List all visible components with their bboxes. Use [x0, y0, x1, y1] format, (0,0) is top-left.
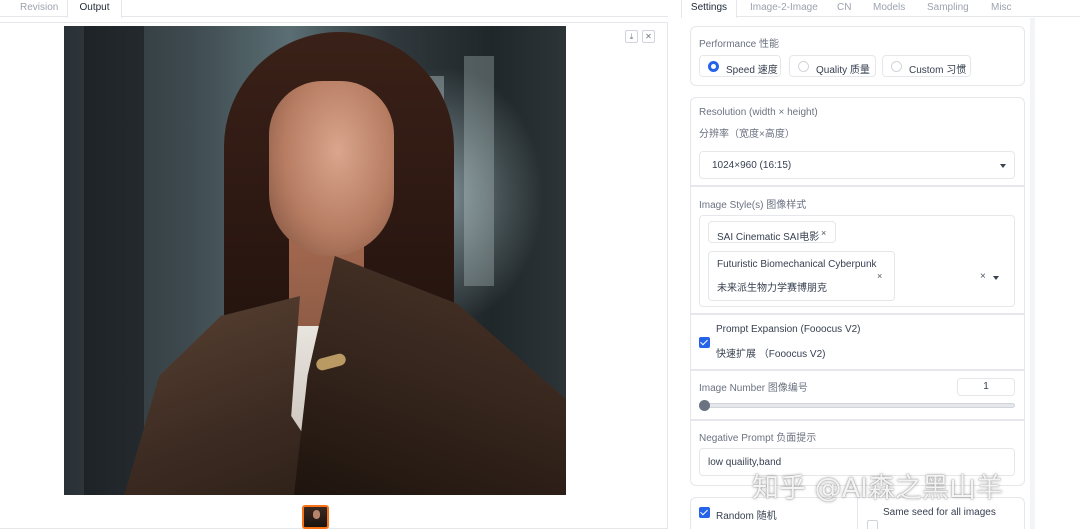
prompt-expansion-panel: Prompt Expansion (Fooocus V2) 快速扩展 （Fooo… — [690, 314, 1025, 370]
settings-scrollbar[interactable] — [1030, 18, 1035, 529]
image-number-panel: Image Number 图像编号 1 — [690, 370, 1025, 420]
prompt-expansion-label: Prompt Expansion (Fooocus V2) — [716, 324, 861, 335]
radio-speed[interactable]: Speed 速度 — [699, 55, 781, 77]
resolution-panel: Resolution (width × height) 分辨率（宽度×高度） 1… — [690, 97, 1025, 186]
style-chip-label-cn: 未来派生物力学赛博朋克 — [717, 283, 827, 294]
radio-dot — [891, 61, 902, 72]
radio-dot — [798, 61, 809, 72]
remove-icon[interactable]: × — [821, 228, 826, 238]
style-chip-label: Futuristic Biomechanical Cyberpunk — [717, 259, 877, 270]
tab-models[interactable]: Models — [873, 0, 905, 17]
tab-misc[interactable]: Misc — [991, 0, 1012, 17]
close-icon[interactable]: ✕ — [642, 30, 655, 43]
watermark-text: 知乎 @AI森之黑山羊 — [752, 473, 1004, 504]
chevron-down-icon[interactable] — [993, 276, 999, 280]
tab-settings[interactable]: Settings — [681, 0, 737, 18]
portrait-face — [269, 81, 394, 256]
prompt-expansion-checkbox[interactable] — [699, 337, 710, 348]
chevron-down-icon — [1000, 164, 1006, 168]
style-chip-sai-cinematic: SAI Cinematic SAI电影 × — [708, 221, 836, 243]
image-style-label: Image Style(s) 图像样式 — [699, 200, 807, 211]
image-number-slider[interactable] — [701, 403, 1015, 408]
settings-tabs: Settings Image-2-Image CN Models Samplin… — [681, 0, 1080, 18]
tab-image-2-image[interactable]: Image-2-Image — [750, 0, 818, 17]
radio-quality-label: Quality 质量 — [816, 65, 870, 76]
image-style-panel: Image Style(s) 图像样式 SAI Cinematic SAI电影 … — [690, 186, 1025, 314]
tab-output[interactable]: Output — [67, 0, 122, 18]
generated-image[interactable] — [64, 26, 566, 495]
image-number-input[interactable]: 1 — [957, 378, 1015, 396]
remove-icon[interactable]: × — [877, 271, 882, 281]
style-chip-label: SAI Cinematic SAI电影 — [717, 232, 820, 243]
negative-prompt-label: Negative Prompt 负面提示 — [699, 433, 817, 444]
background-window — [464, 56, 494, 286]
image-style-multiselect[interactable]: SAI Cinematic SAI电影 × Futuristic Biomech… — [699, 215, 1015, 307]
style-chip-futuristic: Futuristic Biomechanical Cyberpunk 未来派生物… — [708, 251, 895, 301]
tab-cn[interactable]: CN — [837, 0, 851, 17]
radio-custom[interactable]: Custom 习惯 — [882, 55, 971, 77]
same-seed-checkbox[interactable] — [867, 520, 878, 529]
same-seed-label: Same seed for all images — [883, 507, 996, 518]
radio-custom-label: Custom 习惯 — [909, 65, 967, 76]
random-label: Random 随机 — [716, 511, 777, 522]
resolution-select[interactable]: 1024×960 (16:15) — [699, 151, 1015, 179]
image-number-slider-handle[interactable] — [699, 400, 710, 411]
gallery-thumbnail[interactable] — [302, 505, 329, 529]
tab-sampling[interactable]: Sampling — [927, 0, 969, 17]
background-pillar — [84, 26, 144, 495]
resolution-label-cn: 分辨率（宽度×高度） — [699, 129, 795, 140]
tab-revision[interactable]: Revision — [20, 0, 58, 17]
radio-dot-selected — [708, 61, 719, 72]
output-tabs: Revision Output — [0, 0, 668, 18]
prompt-expansion-label-cn: 快速扩展 （Fooocus V2) — [716, 349, 826, 360]
resolution-value: 1024×960 (16:15) — [712, 160, 792, 171]
download-icon[interactable]: ⤓ — [625, 30, 638, 43]
performance-label: Performance 性能 — [699, 39, 780, 50]
thumbnail-face — [313, 510, 320, 519]
performance-panel: Performance 性能 Speed 速度 Quality 质量 Custo… — [690, 26, 1025, 86]
radio-speed-label: Speed 速度 — [726, 65, 778, 76]
clear-all-icon[interactable]: × — [980, 271, 986, 282]
image-number-label: Image Number 图像编号 — [699, 383, 808, 394]
random-checkbox[interactable] — [699, 507, 710, 518]
radio-quality[interactable]: Quality 质量 — [789, 55, 876, 77]
resolution-label: Resolution (width × height) — [699, 107, 818, 118]
